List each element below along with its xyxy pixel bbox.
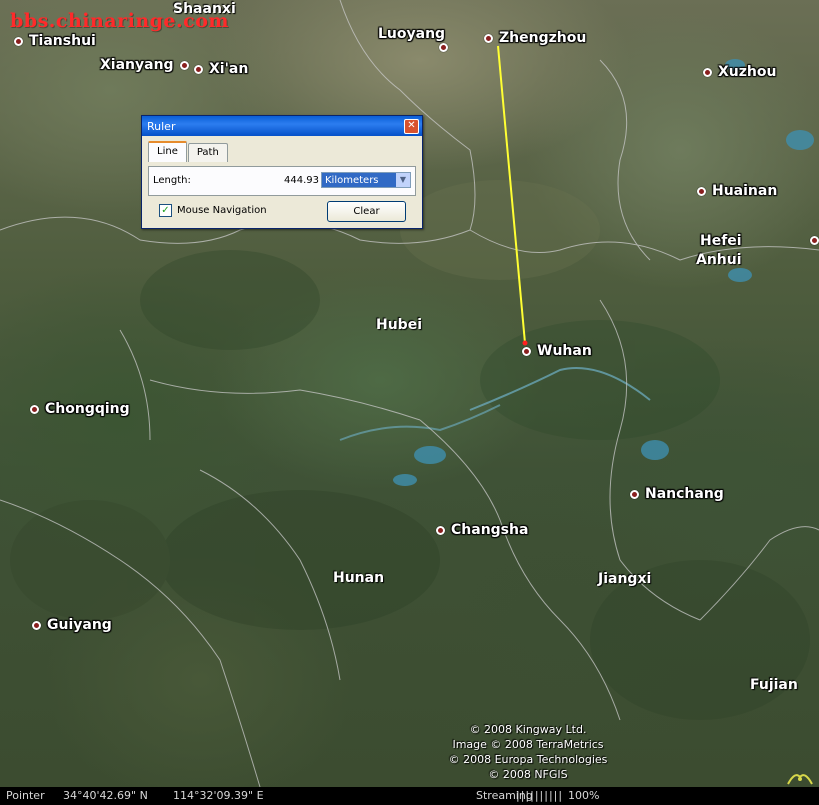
city-xianyang[interactable]: Xianyang: [100, 57, 189, 73]
city-pin-icon: [194, 64, 203, 74]
city-huainan[interactable]: Huainan: [697, 183, 777, 199]
pointer-latitude: 34°40'42.69" N: [63, 789, 148, 802]
city-pin-icon: [436, 525, 445, 535]
map-view[interactable]: bbs.chinaringe.com Tianshui Xianyang Xi'…: [0, 0, 819, 787]
city-zhengzhou[interactable]: Zhengzhou: [484, 30, 586, 46]
city-pin-icon: [484, 33, 493, 43]
city-hefei[interactable]: Hefei: [700, 233, 742, 249]
city-pin-icon: [522, 346, 531, 356]
city-label: Changsha: [451, 522, 529, 538]
city-pin-icon: [630, 489, 639, 499]
copyright-line: Image © 2008 TerraMetrics: [452, 738, 604, 751]
province-label-hunan: Hunan: [333, 570, 385, 586]
city-label: Huainan: [712, 183, 778, 199]
copyright-line: © 2008 Europa Technologies: [448, 753, 608, 766]
unit-value: Kilometers: [325, 174, 379, 186]
city-label: Xi'an: [209, 61, 249, 77]
ruler-tabs: Line Path: [148, 141, 229, 162]
mouse-navigation-row[interactable]: ✓ Mouse Navigation: [159, 204, 267, 217]
city-changsha[interactable]: Changsha: [436, 522, 528, 538]
close-icon[interactable]: ✕: [404, 118, 419, 134]
tab-line[interactable]: Line: [148, 141, 187, 162]
province-label-fujian: Fujian: [750, 677, 798, 693]
city-label: Xuzhou: [718, 64, 777, 80]
streaming-progress-bar: ||||||||||: [516, 789, 564, 802]
copyright-notice: © 2008 Kingway Ltd. Image © 2008 TerraMe…: [428, 722, 628, 782]
city-tianshui[interactable]: Tianshui: [14, 33, 96, 49]
city-label: Nanchang: [645, 486, 724, 502]
ruler-dialog[interactable]: Ruler ✕ Line Path Length: 444.93 Kilomet…: [141, 115, 423, 229]
city-pin-icon: [703, 67, 712, 77]
city-luoyang[interactable]: Luoyang: [378, 26, 449, 52]
mouse-navigation-checkbox[interactable]: ✓: [159, 204, 172, 217]
ruler-title: Ruler: [147, 119, 176, 133]
province-label-shaanxi: Shaanxi: [173, 1, 236, 17]
ruler-panel: Length: 444.93 Kilometers ▼: [148, 166, 416, 196]
province-label-anhui: Anhui: [696, 252, 742, 268]
city-label: Zhengzhou: [499, 30, 587, 46]
clear-button[interactable]: Clear: [327, 201, 406, 222]
city-pin-icon: [697, 186, 706, 196]
city-label: Tianshui: [29, 33, 96, 49]
city-pin-icon: [32, 620, 41, 630]
city-wuhan[interactable]: Wuhan: [522, 343, 592, 359]
city-pin-icon: [30, 404, 39, 414]
ruler-titlebar[interactable]: Ruler ✕: [142, 116, 422, 136]
compass-logo-icon: [787, 774, 813, 785]
city-label: Guiyang: [47, 617, 112, 633]
unit-select[interactable]: Kilometers ▼: [321, 172, 411, 188]
city-pin-icon: [179, 60, 189, 70]
city-label: Luoyang: [378, 26, 446, 42]
pointer-longitude: 114°32'09.39" E: [173, 789, 264, 802]
city-label: Wuhan: [537, 343, 592, 359]
city-label: Chongqing: [45, 401, 130, 417]
city-guiyang[interactable]: Guiyang: [32, 617, 112, 633]
pointer-label: Pointer: [6, 789, 45, 802]
copyright-line: © 2008 Kingway Ltd.: [469, 723, 587, 736]
city-nanchang[interactable]: Nanchang: [630, 486, 724, 502]
city-xian[interactable]: Xi'an: [194, 61, 248, 77]
streaming-percent: 100%: [568, 789, 600, 802]
clear-button-label: Clear: [353, 206, 380, 217]
province-label-jiangxi: Jiangxi: [598, 571, 652, 587]
city-chongqing[interactable]: Chongqing: [30, 401, 130, 417]
city-pin-icon: [439, 43, 449, 52]
length-value: 444.93: [284, 175, 319, 186]
city-xuzhou[interactable]: Xuzhou: [703, 64, 776, 80]
mouse-navigation-label[interactable]: Mouse Navigation: [177, 205, 267, 216]
chevron-down-icon[interactable]: ▼: [396, 173, 410, 187]
status-bar: Pointer 34°40'42.69" N 114°32'09.39" E S…: [0, 787, 819, 805]
length-label: Length:: [153, 175, 191, 186]
city-label: Hefei: [700, 233, 742, 249]
tab-path[interactable]: Path: [187, 143, 228, 162]
copyright-line: © 2008 NFGIS: [488, 768, 568, 781]
city-pin-icon: [14, 36, 23, 46]
city-pin-icon: [810, 236, 819, 245]
province-label-hubei: Hubei: [376, 317, 422, 333]
city-label: Xianyang: [100, 57, 174, 73]
